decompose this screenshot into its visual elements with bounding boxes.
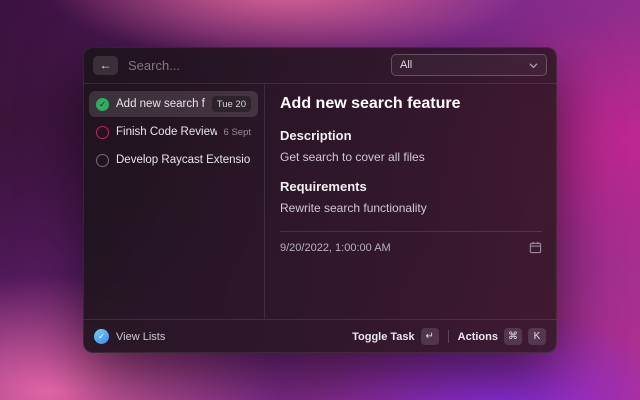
action-bar: ✓ View Lists Toggle Task ↵ Actions ⌘ K [83, 319, 557, 353]
task-row-add-new-search-feature[interactable]: ✓ Add new search feature Tue 20 [89, 91, 258, 117]
task-done-icon: ✓ [96, 98, 109, 111]
chevron-down-icon [529, 61, 538, 70]
filter-value: All [400, 59, 523, 71]
command-keycap: ⌘ [504, 328, 522, 345]
search-bar: ← All [83, 47, 557, 83]
task-open-icon [96, 154, 109, 167]
back-button[interactable]: ← [93, 56, 118, 75]
task-title: Develop Raycast Extension [116, 154, 251, 166]
k-keycap: K [528, 328, 546, 345]
task-title: Add new search feature [116, 98, 205, 110]
requirements-text: Rewrite search functionality [280, 201, 542, 215]
datetime-row: 9/20/2022, 1:00:00 AM [280, 241, 542, 254]
task-row-finish-code-reviews[interactable]: Finish Code Reviews 6 Sept [89, 119, 258, 145]
task-list: ✓ Add new search feature Tue 20 Finish C… [83, 84, 264, 319]
calendar-icon[interactable] [529, 241, 542, 254]
filter-dropdown[interactable]: All [391, 54, 547, 76]
description-text: Get search to cover all files [280, 150, 542, 164]
task-date: 6 Sept [224, 127, 251, 138]
task-date-badge: Tue 20 [212, 96, 251, 112]
detail-divider [280, 231, 542, 232]
task-open-icon [96, 126, 109, 139]
search-input[interactable] [128, 58, 391, 73]
task-row-develop-raycast-extension[interactable]: Develop Raycast Extension [89, 147, 258, 173]
return-keycap: ↵ [421, 328, 439, 345]
toggle-task-button[interactable]: Toggle Task [352, 331, 415, 343]
raycast-window: ← All ✓ Add new search feature Tue 20 Fi… [83, 47, 557, 353]
task-title: Finish Code Reviews [116, 126, 217, 138]
description-heading: Description [280, 128, 542, 143]
actions-button[interactable]: Actions [458, 331, 498, 343]
view-lists-icon: ✓ [94, 329, 109, 344]
datetime-value: 9/20/2022, 1:00:00 AM [280, 242, 391, 254]
view-lists-button[interactable]: View Lists [116, 331, 165, 343]
requirements-heading: Requirements [280, 179, 542, 194]
footer-separator [448, 330, 449, 343]
task-detail-panel: Add new search feature Description Get s… [265, 84, 557, 319]
detail-title: Add new search feature [280, 95, 542, 113]
